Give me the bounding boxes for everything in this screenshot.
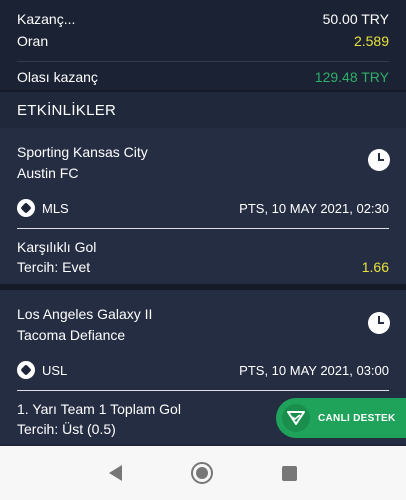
events-section-title: ETKİNLİKLER (0, 90, 406, 128)
league: USL (17, 361, 67, 379)
team-away: Austin FC (17, 165, 79, 181)
pick-text: Tercih: Evet (17, 259, 91, 275)
back-icon[interactable] (108, 465, 122, 481)
home-icon[interactable] (190, 462, 213, 484)
soccer-ball-icon (17, 199, 35, 217)
soccer-ball-icon (17, 361, 35, 379)
event-divider (17, 228, 389, 229)
event-divider (17, 390, 389, 391)
event-teams: Sporting Kansas City Austin FC (17, 128, 389, 184)
league-name: MLS (42, 200, 69, 216)
android-nav-bar (0, 446, 406, 500)
event-card[interactable]: Sporting Kansas City Austin FC MLS PTS, … (0, 128, 406, 284)
league-row: MLS PTS, 10 MAY 2021, 02:30 (17, 196, 389, 220)
pick-row: Tercih: Evet 1.66 (17, 257, 389, 277)
potential-win-label: Olası kazanç (17, 69, 98, 85)
event-teams: Los Angeles Galaxy II Tacoma Defiance (17, 290, 389, 346)
market-info: Karşılıklı Gol Tercih: Evet 1.66 (17, 229, 389, 286)
event-datetime: PTS, 10 MAY 2021, 03:00 (239, 362, 389, 378)
summary-divider (17, 61, 389, 62)
live-support-button[interactable]: CANLI DESTEK (276, 398, 406, 438)
potential-win-value: 129.48 TRY (314, 69, 389, 85)
league: MLS (17, 199, 69, 217)
potential-win-row: Olası kazanç 129.48 TRY (17, 64, 389, 90)
clock-icon[interactable] (368, 149, 390, 171)
league-row: USL PTS, 10 MAY 2021, 03:00 (17, 358, 389, 382)
stake-row: Kazanç... 50.00 TRY (17, 10, 389, 28)
pick-text: Tercih: Üst (0.5) (17, 421, 116, 437)
league-name: USL (42, 362, 68, 378)
live-support-label: CANLI DESTEK (318, 412, 396, 424)
bet-summary: Kazanç... 50.00 TRY Oran 2.589 Olası kaz… (0, 0, 406, 90)
live-support-icon (282, 404, 310, 432)
market-name: Karşılıklı Gol (17, 239, 97, 255)
team-home: Sporting Kansas City (17, 144, 148, 160)
clock-icon[interactable] (368, 312, 390, 334)
stake-label: Kazanç... (17, 11, 76, 27)
stake-value: 50.00 TRY (322, 11, 389, 27)
event-datetime: PTS, 10 MAY 2021, 02:30 (239, 200, 389, 216)
odds-row: Oran 2.589 (17, 28, 389, 54)
pick-odds: 1.66 (361, 259, 389, 275)
total-odds-value: 2.589 (353, 33, 389, 49)
team-away: Tacoma Defiance (17, 327, 126, 343)
recent-apps-icon[interactable] (282, 465, 298, 481)
odds-label: Oran (17, 33, 49, 49)
team-home: Los Angeles Galaxy II (17, 306, 153, 322)
